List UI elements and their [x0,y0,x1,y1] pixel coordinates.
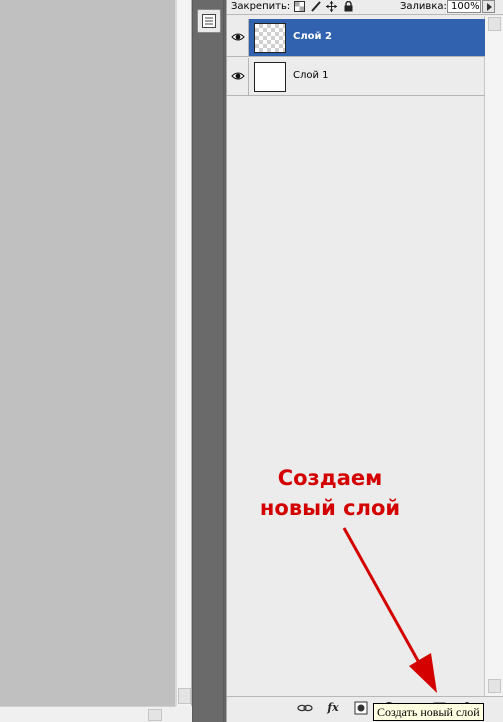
eye-icon [231,72,245,80]
document-horizontal-scrollbar[interactable] [0,706,176,722]
layer-name: Слой 1 [293,70,329,81]
layers-vertical-scrollbar[interactable] [485,16,503,696]
scroll-corner [176,706,192,722]
lock-label: Закрепить: [231,1,291,12]
new-layer-tooltip: Создать новый слой [373,703,484,721]
scroll-up-button[interactable] [488,17,501,31]
lock-move-icon[interactable] [326,1,337,12]
fill-slider-button[interactable] [482,0,495,13]
history-panel-icon[interactable] [197,9,221,33]
annotation-line-2: новый слой [259,496,401,520]
layer-thumbnail [254,62,286,92]
layer-row-2[interactable]: Слой 2 [227,19,485,57]
lock-toolbar: Закрепить: Заливка: 100% [227,0,503,15]
document-canvas[interactable] [0,0,176,706]
layer-name: Слой 2 [293,31,332,42]
layer-row-1[interactable]: Слой 1 [227,58,485,96]
link-icon[interactable] [297,701,313,715]
scroll-down-button[interactable] [488,679,501,693]
layers-panel: Закрепить: Заливка: 100% Слой 2 Слой 1 f… [226,0,503,722]
layers-list: Слой 2 Слой 1 [227,16,485,696]
mask-icon[interactable] [353,701,369,715]
layer-visibility-toggle[interactable] [227,19,249,56]
lock-brush-icon[interactable] [310,1,321,12]
lock-all-icon[interactable] [343,1,354,12]
annotation-line-1: Создаем [277,466,383,490]
lock-transparency-icon[interactable] [294,1,305,12]
layer-visibility-toggle[interactable] [227,58,249,95]
scroll-right-button[interactable] [148,709,162,721]
document-vertical-scrollbar[interactable] [176,0,192,706]
eye-icon [231,33,245,41]
fill-label: Заливка: [400,1,447,12]
panel-dock [192,0,224,722]
fx-icon[interactable]: fx [325,701,341,715]
layer-thumbnail [254,23,286,53]
annotation-text: Создаем новый слой [250,463,410,523]
scroll-down-button[interactable] [178,688,191,704]
fill-input[interactable]: 100% [447,0,481,13]
